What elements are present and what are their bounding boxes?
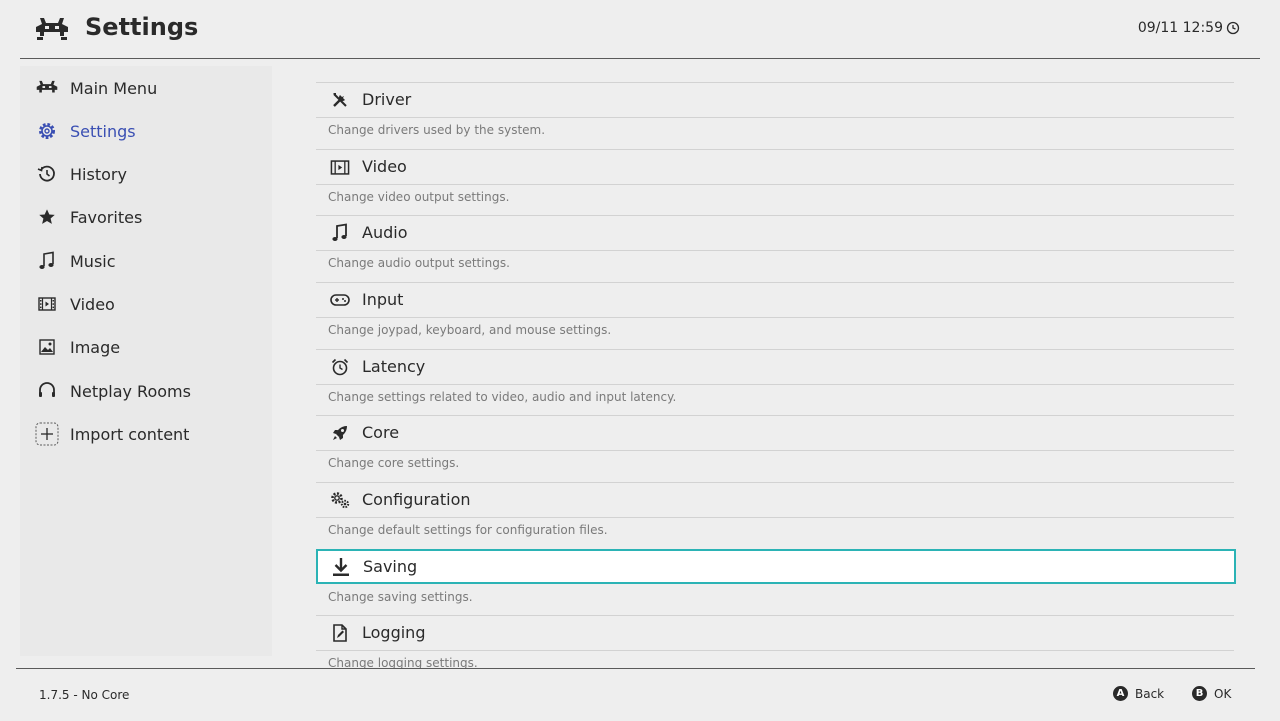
settings-entry-logging[interactable]: Logging Change logging settings. [316,599,1236,668]
entry-description: Change logging settings. [328,656,478,668]
sidebar-item-label: Netplay Rooms [70,381,191,401]
alarm-clock-icon [328,356,352,378]
entry-label: Input [362,290,404,309]
download-icon [329,556,353,578]
settings-entry-configuration[interactable]: Configuration Change default settings fo… [316,466,1236,537]
settings-list: Driver Change drivers used by the system… [316,66,1236,668]
film-icon [35,292,59,316]
entry-label: Audio [362,223,408,242]
gamepad-icon [328,289,352,311]
plus-box-icon [35,422,59,446]
sidebar-item-label: Music [70,251,116,271]
entry-row[interactable]: Input [316,282,1234,318]
entry-row[interactable]: Audio [316,215,1234,251]
entry-label: Configuration [362,490,471,509]
headset-icon [35,379,59,403]
settings-entry-input[interactable]: Input Change joypad, keyboard, and mouse… [316,266,1236,337]
entry-row[interactable]: Core [316,415,1234,451]
settings-entry-core[interactable]: Core Change core settings. [316,399,1236,470]
settings-entry-saving[interactable]: Saving Change saving settings. [316,533,1236,604]
footer-bar: 1.7.5 - No Core A Back B OK [16,668,1255,721]
entry-row[interactable]: Configuration [316,482,1234,518]
entry-row[interactable]: Latency [316,349,1234,385]
clock-text: 09/11 12:59 [1137,20,1223,36]
image-icon [35,335,59,359]
back-label: Back [1135,686,1165,701]
ok-hint[interactable]: B OK [1192,686,1231,701]
entry-label: Driver [362,90,412,109]
a-button-icon: A [1113,686,1128,701]
entry-label: Saving [363,557,418,576]
document-icon [328,622,352,644]
sidebar-item-video[interactable]: Video [20,284,272,324]
version-text: 1.7.5 - No Core [39,688,130,702]
sidebar-item-label: Image [70,337,121,357]
retroarch-invader-icon [35,76,59,100]
sidebar-item-label: History [70,164,127,184]
settings-entry-latency[interactable]: Latency Change settings related to video… [316,333,1236,404]
sidebar: Main Menu Settings History Favorites Mus… [20,66,272,656]
sidebar-item-import-content[interactable]: Import content [20,414,272,454]
sidebar-item-music[interactable]: Music [20,241,272,281]
back-hint[interactable]: A Back [1113,686,1164,701]
entry-row[interactable]: Logging [316,615,1234,651]
sidebar-item-main-menu[interactable]: Main Menu [20,68,272,108]
settings-entry-audio[interactable]: Audio Change audio output settings. [316,199,1236,270]
entry-label: Video [362,157,407,176]
sidebar-item-image[interactable]: Image [20,327,272,367]
sidebar-item-label: Favorites [70,207,143,227]
rocket-icon [328,422,352,444]
sidebar-item-netplay-rooms[interactable]: Netplay Rooms [20,371,272,411]
entry-label: Logging [362,623,426,642]
retroarch-invader-icon [36,18,68,40]
sidebar-item-label: Settings [70,121,136,141]
entry-row[interactable]: Driver [316,82,1234,118]
entry-row[interactable]: Video [316,149,1234,185]
sidebar-item-history[interactable]: History [20,154,272,194]
sidebar-item-settings[interactable]: Settings [20,111,272,151]
history-icon [35,162,59,186]
settings-entry-driver[interactable]: Driver Change drivers used by the system… [316,66,1236,137]
entry-label: Core [362,423,400,442]
clock-icon [1226,21,1240,35]
star-icon [35,205,59,229]
sidebar-item-label: Import content [70,424,190,444]
music-note-icon [35,249,59,273]
gears-icon [328,489,352,511]
sidebar-item-label: Video [70,294,115,314]
sidebar-item-label: Main Menu [70,78,158,98]
gear-icon [35,119,59,143]
sidebar-item-favorites[interactable]: Favorites [20,197,272,237]
page-title: Settings [85,13,199,41]
tools-icon [328,89,352,111]
clock-readout: 09/11 12:59 [1138,20,1240,36]
ok-label: OK [1214,686,1232,701]
entry-row-selected[interactable]: Saving [316,549,1236,584]
entry-label: Latency [362,357,426,376]
header-bar: Settings 09/11 12:59 [20,0,1260,59]
film-icon [328,156,352,178]
settings-entry-video[interactable]: Video Change video output settings. [316,133,1236,204]
music-note-icon [328,222,352,244]
b-button-icon: B [1192,686,1207,701]
